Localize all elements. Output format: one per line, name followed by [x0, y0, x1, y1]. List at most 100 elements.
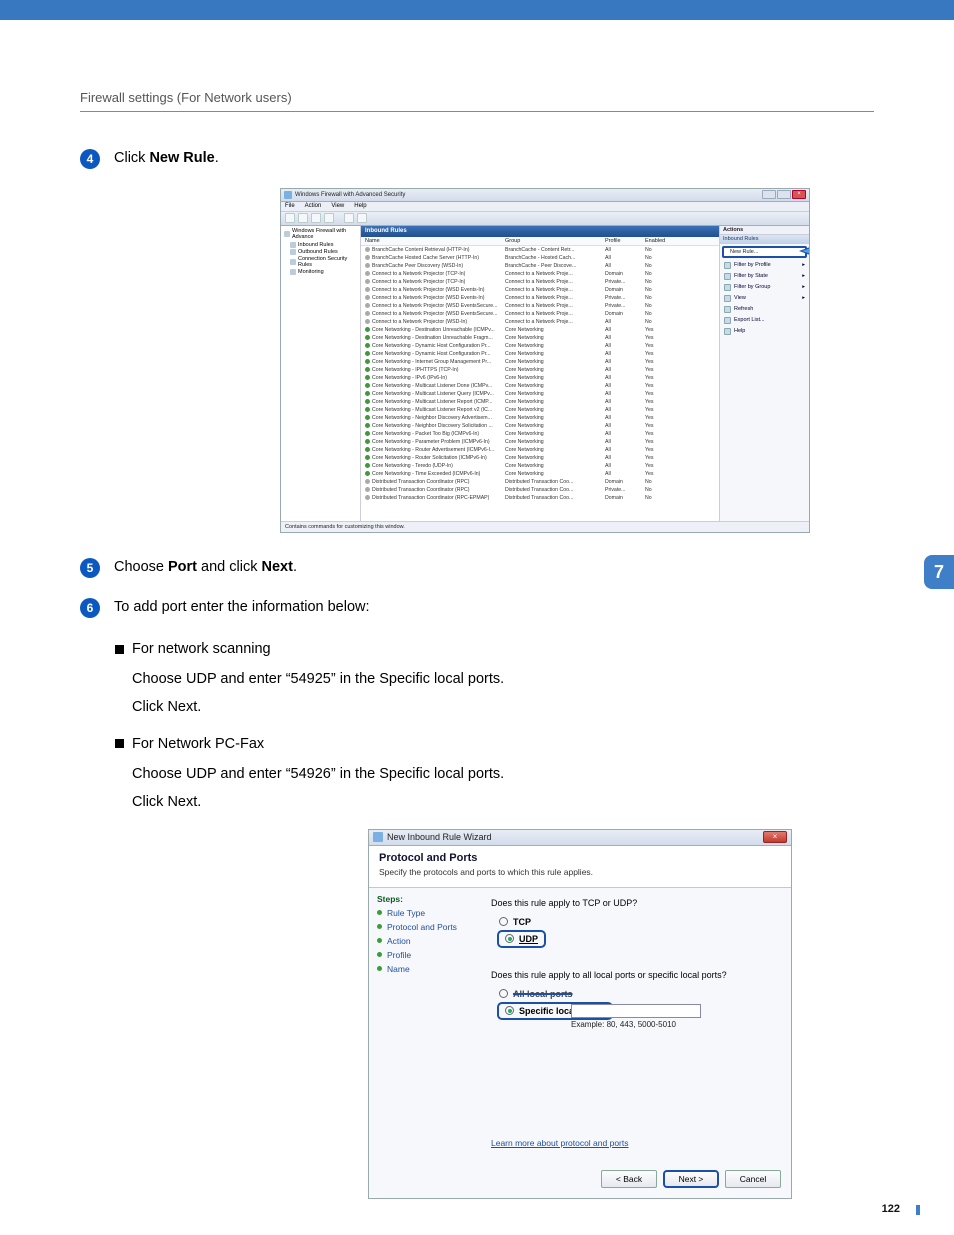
menu-item[interactable]: File	[285, 203, 295, 209]
all-ports-radio[interactable]	[499, 989, 508, 998]
tree-root[interactable]: Windows Firewall with Advance	[292, 228, 357, 240]
table-row[interactable]: Connect to a Network Projector (WSD-In)C…	[361, 318, 719, 326]
tcp-radio[interactable]	[499, 917, 508, 926]
chevron-right-icon: ▸	[802, 273, 805, 279]
table-row[interactable]: Core Networking - Multicast Listener Que…	[361, 390, 719, 398]
table-row[interactable]: Distributed Transaction Coordinator (RPC…	[361, 486, 719, 494]
table-row[interactable]: Core Networking - Destination Unreachabl…	[361, 326, 719, 334]
table-row[interactable]: Connect to a Network Projector (WSD Even…	[361, 294, 719, 302]
table-row[interactable]: Core Networking - Dynamic Host Configura…	[361, 342, 719, 350]
action-item[interactable]: Filter by State▸	[720, 271, 809, 282]
table-row[interactable]: Core Networking - Router Solicitation (I…	[361, 454, 719, 462]
action-item[interactable]: Help	[720, 326, 809, 337]
next-button[interactable]: Next >	[663, 1170, 719, 1188]
learn-more-link[interactable]: Learn more about protocol and ports	[491, 1138, 629, 1148]
action-item[interactable]: View▸	[720, 293, 809, 304]
action-icon	[724, 306, 731, 313]
step-bullet-icon	[377, 952, 382, 957]
rule-status-icon	[365, 295, 370, 300]
specific-ports-radio[interactable]	[505, 1006, 514, 1015]
wizard-step[interactable]: Name	[377, 964, 469, 974]
table-row[interactable]: Distributed Transaction Coordinator (RPC…	[361, 478, 719, 486]
divider	[80, 111, 874, 112]
close-button[interactable]: ×	[763, 831, 787, 843]
table-row[interactable]: Connect to a Network Projector (WSD Even…	[361, 286, 719, 294]
app-icon	[284, 191, 292, 199]
top-brand-bar	[0, 0, 954, 20]
menu-item[interactable]: Action	[305, 203, 322, 209]
menu-item[interactable]: View	[331, 203, 344, 209]
column-header[interactable]: Enabled	[645, 238, 675, 244]
wizard-step[interactable]: Profile	[377, 950, 469, 960]
column-header[interactable]: Name	[365, 238, 505, 244]
back-button[interactable]: < Back	[601, 1170, 657, 1188]
toolbar-icon[interactable]	[357, 213, 367, 223]
toolbar-icon[interactable]	[285, 213, 295, 223]
action-icon	[724, 262, 731, 269]
rule-status-icon	[365, 335, 370, 340]
window-title: New Inbound Rule Wizard	[387, 832, 492, 842]
table-row[interactable]: BranchCache Peer Discovery (WSD-In)Branc…	[361, 262, 719, 270]
table-row[interactable]: Core Networking - IPHTTPS (TCP-In)Core N…	[361, 366, 719, 374]
rule-status-icon	[365, 479, 370, 484]
wizard-step[interactable]: Rule Type	[377, 908, 469, 918]
rule-status-icon	[365, 375, 370, 380]
rule-status-icon	[365, 247, 370, 252]
step-bullet-icon	[377, 966, 382, 971]
tree-node[interactable]: Monitoring	[290, 269, 357, 275]
close-button[interactable]: ×	[792, 190, 806, 199]
table-row[interactable]: Core Networking - Neighbor Discovery Sol…	[361, 422, 719, 430]
column-header[interactable]: Group	[505, 238, 605, 244]
ports-input[interactable]	[571, 1004, 701, 1018]
table-header: NameGroupProfileEnabled	[361, 237, 719, 246]
table-row[interactable]: Core Networking - Packet Too Big (ICMPv6…	[361, 430, 719, 438]
table-row[interactable]: Core Networking - Multicast Listener Rep…	[361, 406, 719, 414]
wizard-step[interactable]: Action	[377, 936, 469, 946]
table-row[interactable]: Connect to a Network Projector (WSD Even…	[361, 310, 719, 318]
cancel-button[interactable]: Cancel	[725, 1170, 781, 1188]
toolbar-icon[interactable]	[311, 213, 321, 223]
table-row[interactable]: Core Networking - Time Exceeded (ICMPv6-…	[361, 470, 719, 478]
table-row[interactable]: Connect to a Network Projector (TCP-In)C…	[361, 278, 719, 286]
wizard-step[interactable]: Protocol and Ports	[377, 922, 469, 932]
minimize-button[interactable]	[762, 190, 776, 199]
action-item[interactable]: Filter by Group▸	[720, 282, 809, 293]
action-item[interactable]: Export List...	[720, 315, 809, 326]
udp-radio[interactable]	[505, 934, 514, 943]
action-item[interactable]: Refresh	[720, 304, 809, 315]
action-icon	[724, 284, 731, 291]
maximize-button[interactable]	[777, 190, 791, 199]
table-row[interactable]: Core Networking - Multicast Listener Rep…	[361, 398, 719, 406]
column-header[interactable]: Profile	[605, 238, 645, 244]
table-row[interactable]: Core Networking - Parameter Problem (ICM…	[361, 438, 719, 446]
t: and enter “	[216, 671, 290, 687]
toolbar-icon[interactable]	[298, 213, 308, 223]
table-row[interactable]: Core Networking - Neighbor Discovery Adv…	[361, 414, 719, 422]
table-row[interactable]: Core Networking - Teredo (UDP-In)Core Ne…	[361, 462, 719, 470]
t: 54925	[291, 671, 331, 687]
rule-status-icon	[365, 487, 370, 492]
table-row[interactable]: Core Networking - Router Advertisement (…	[361, 446, 719, 454]
table-row[interactable]: Core Networking - IPv6 (IPv6-In)Core Net…	[361, 374, 719, 382]
rule-status-icon	[365, 263, 370, 268]
table-row[interactable]: Distributed Transaction Coordinator (RPC…	[361, 494, 719, 502]
table-row[interactable]: Connect to a Network Projector (WSD Even…	[361, 302, 719, 310]
tree-node[interactable]: Connection Security Rules	[290, 256, 357, 268]
table-row[interactable]: Connect to a Network Projector (TCP-In)C…	[361, 270, 719, 278]
rule-status-icon	[365, 255, 370, 260]
table-row[interactable]: Core Networking - Destination Unreachabl…	[361, 334, 719, 342]
table-row[interactable]: BranchCache Content Retrieval (HTTP-In)B…	[361, 246, 719, 254]
menu-item[interactable]: Help	[354, 203, 366, 209]
table-row[interactable]: BranchCache Hosted Cache Server (HTTP-In…	[361, 254, 719, 262]
toolbar-icon[interactable]	[324, 213, 334, 223]
udp-radio-highlight[interactable]: UDP	[497, 930, 546, 948]
tree-node[interactable]: Outbound Rules	[290, 249, 357, 255]
action-icon	[724, 295, 731, 302]
table-row[interactable]: Core Networking - Internet Group Managem…	[361, 358, 719, 366]
tree-node[interactable]: Inbound Rules	[290, 242, 357, 248]
table-row[interactable]: Core Networking - Dynamic Host Configura…	[361, 350, 719, 358]
rule-status-icon	[365, 439, 370, 444]
t: Specific local ports	[379, 766, 500, 782]
table-row[interactable]: Core Networking - Multicast Listener Don…	[361, 382, 719, 390]
toolbar-icon[interactable]	[344, 213, 354, 223]
